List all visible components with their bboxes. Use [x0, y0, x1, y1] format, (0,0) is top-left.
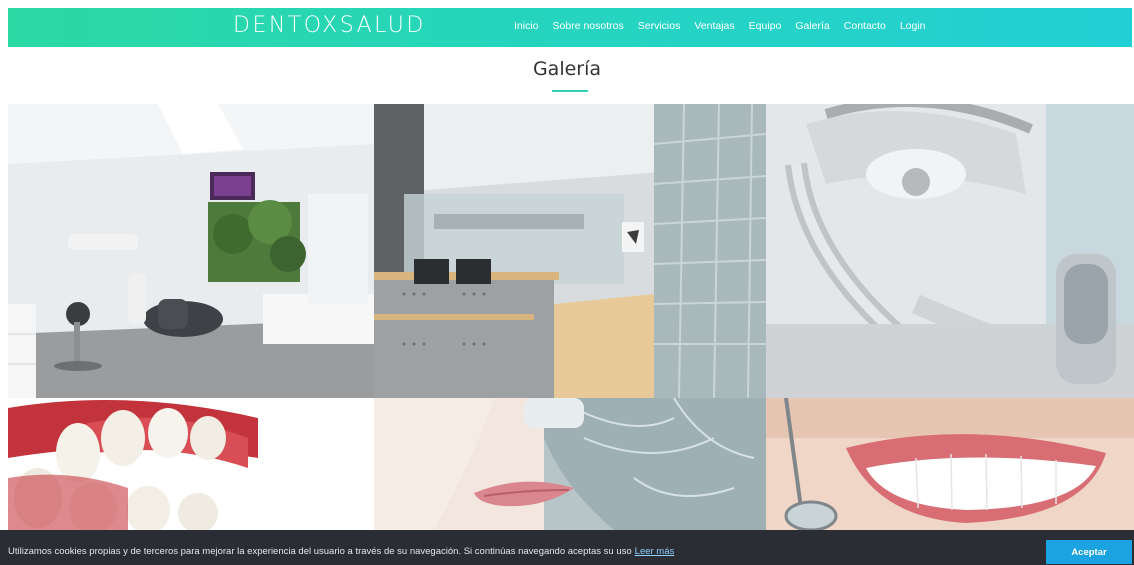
- main-menu: Inicio Sobre nosotros Servicios Ventajas…: [514, 20, 940, 32]
- nav-link-sobre-nosotros[interactable]: Sobre nosotros: [553, 20, 624, 32]
- cookie-consent-bar: Utilizamos cookies propias y de terceros…: [0, 530, 1134, 565]
- smile-with-mirror-photo[interactable]: [766, 398, 1134, 530]
- nav-link-servicios[interactable]: Servicios: [638, 20, 681, 32]
- site-logo[interactable]: DENTOXSALUD: [233, 13, 426, 38]
- title-underline-divider: [552, 90, 588, 92]
- nav-link-equipo[interactable]: Equipo: [749, 20, 782, 32]
- teeth-model-photo[interactable]: [8, 398, 374, 530]
- nav-link-galeria[interactable]: Galería: [795, 20, 829, 32]
- cookie-consent-text: Utilizamos cookies propias y de terceros…: [8, 546, 674, 557]
- top-navigation-bar: DENTOXSALUD Inicio Sobre nosotros Servic…: [8, 8, 1132, 47]
- gallery-title: Galería: [532, 58, 602, 80]
- jaw-xray-overlay-photo[interactable]: [374, 398, 766, 530]
- read-more-link[interactable]: Leer más: [635, 546, 675, 557]
- nav-link-ventajas[interactable]: Ventajas: [694, 20, 734, 32]
- nav-link-login[interactable]: Login: [900, 20, 926, 32]
- dental-lamp-closeup-photo[interactable]: [766, 104, 1134, 398]
- clinic-reception-photo[interactable]: [374, 104, 766, 398]
- nav-link-contacto[interactable]: Contacto: [844, 20, 886, 32]
- nav-link-inicio[interactable]: Inicio: [514, 20, 539, 32]
- photo-gallery-grid: [8, 104, 1134, 530]
- accept-cookies-button[interactable]: Aceptar: [1046, 540, 1132, 564]
- dental-operatory-photo[interactable]: [8, 104, 374, 398]
- cookie-message: Utilizamos cookies propias y de terceros…: [8, 546, 632, 557]
